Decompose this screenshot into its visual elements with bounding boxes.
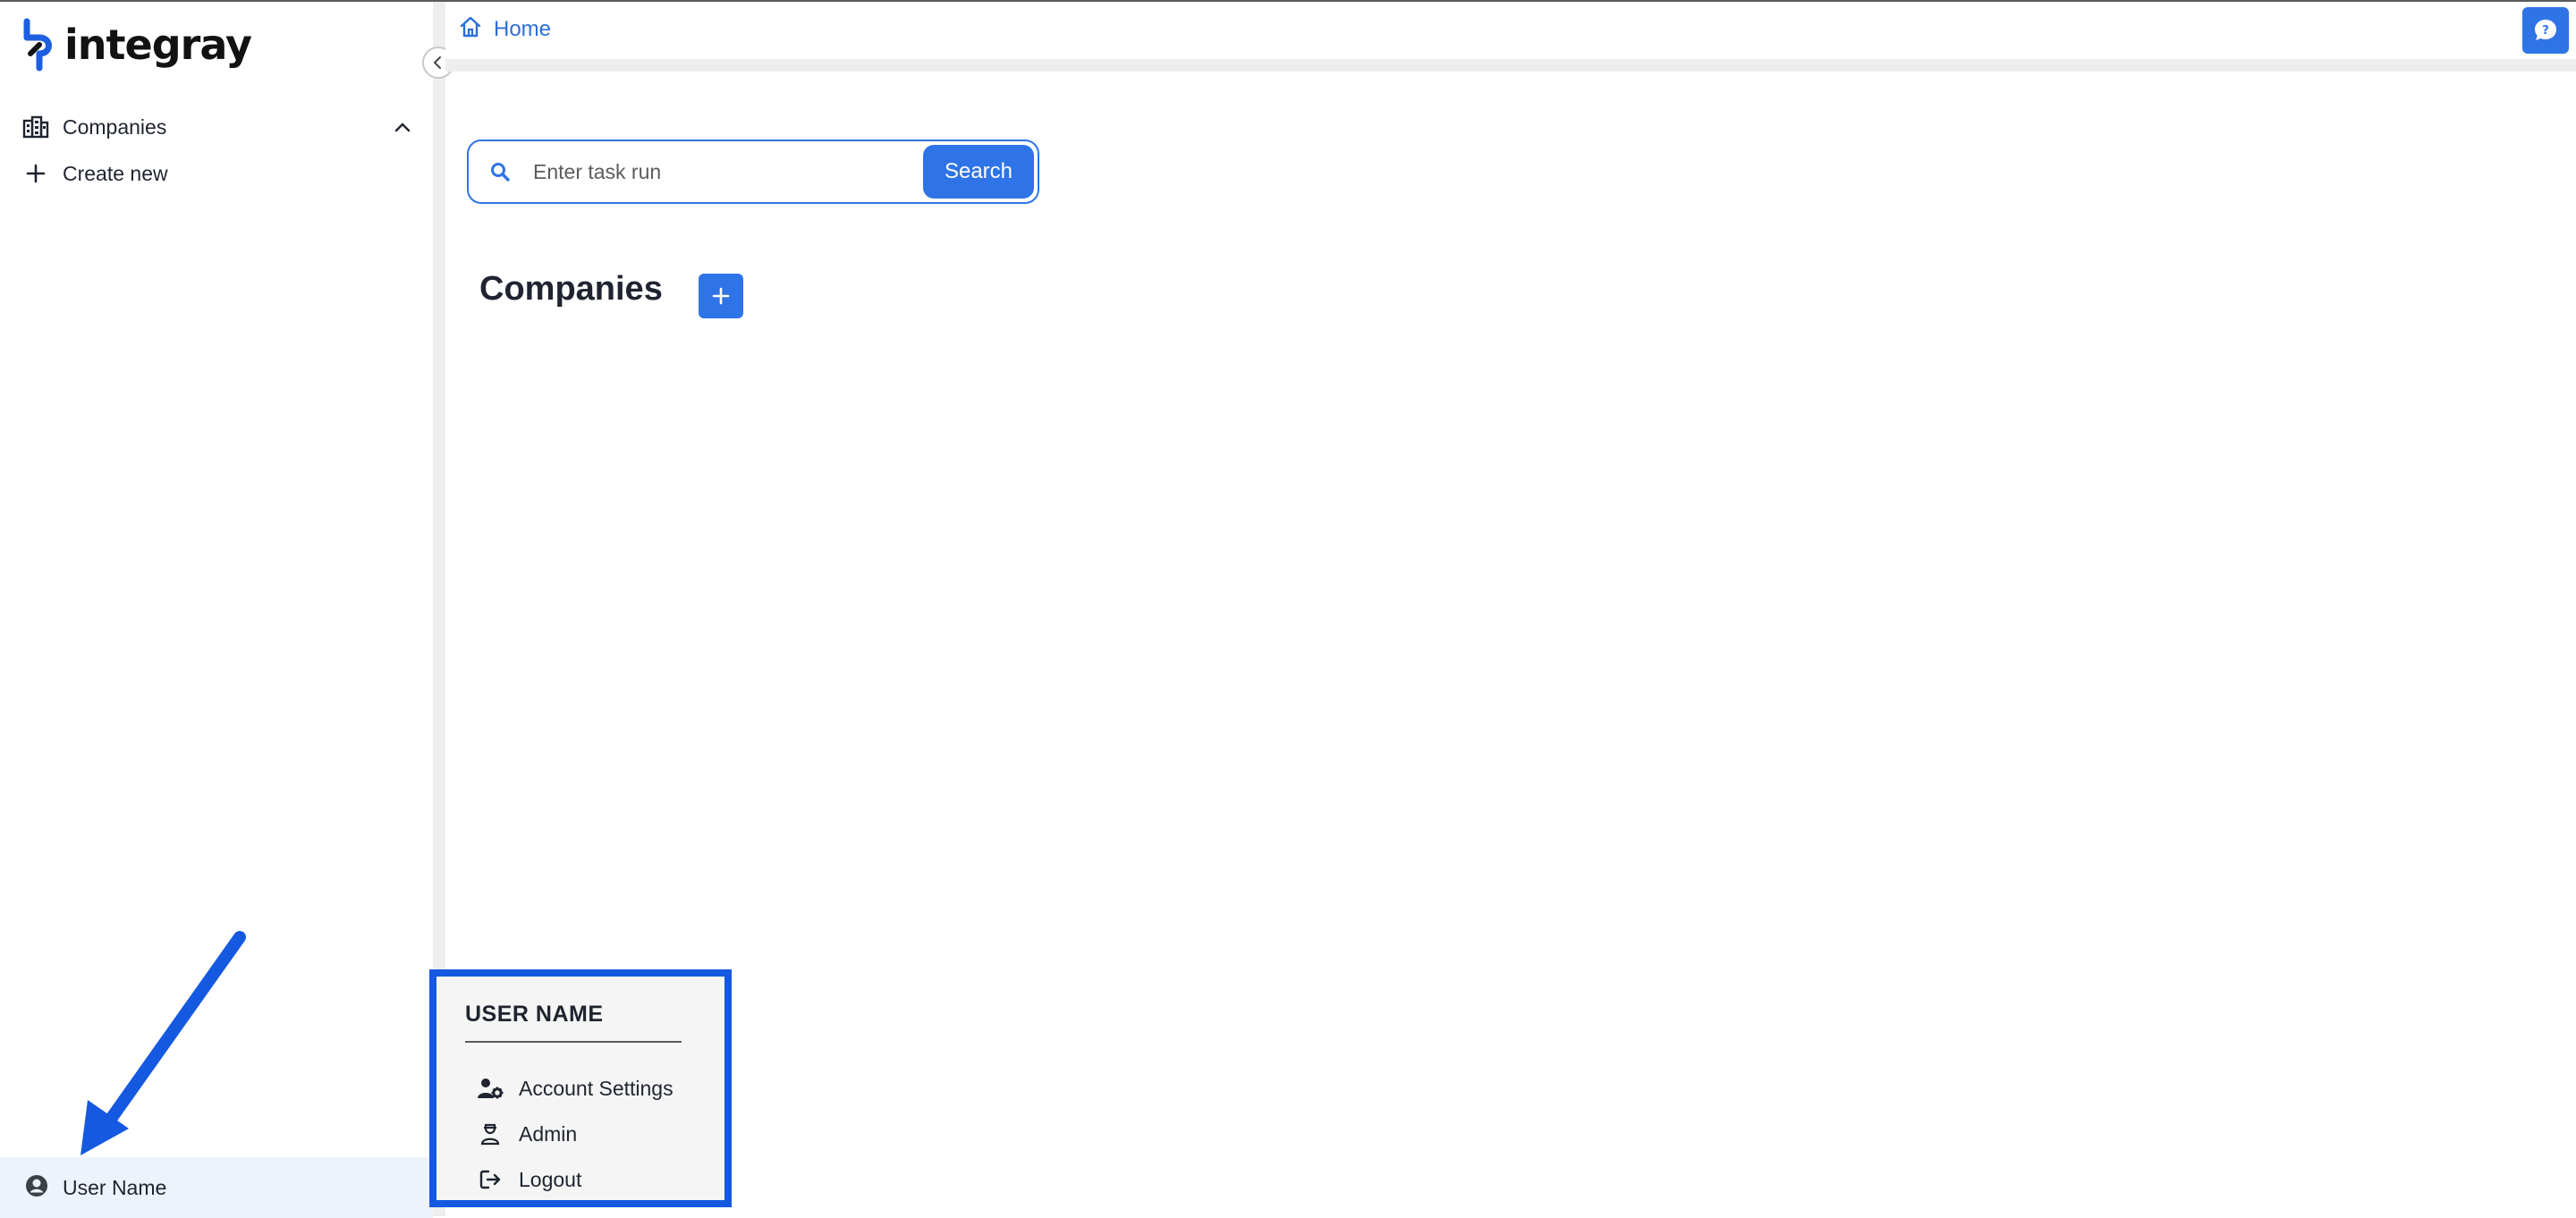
menu-item-admin[interactable]: Admin	[476, 1116, 577, 1152]
menu-item-label: Admin	[519, 1121, 578, 1146]
logo[interactable]: integray	[21, 18, 252, 72]
help-chat-button[interactable]: ?	[2522, 7, 2569, 54]
help-chat-icon: ?	[2535, 20, 2556, 40]
chevron-up-icon[interactable]	[390, 114, 415, 140]
add-company-button[interactable]	[699, 274, 743, 318]
menu-item-logout[interactable]: Logout	[476, 1162, 581, 1197]
sidebar-nav: Companies Create new	[21, 107, 415, 193]
user-menu-divider	[465, 1041, 682, 1043]
sidebar-group-label: Companies	[63, 114, 167, 139]
user-menu-title: USER NAME	[465, 1002, 604, 1027]
main-content: Search Companies	[445, 72, 2576, 1216]
menu-item-account-settings[interactable]: Account Settings	[476, 1070, 674, 1106]
menu-item-label: Logout	[519, 1167, 582, 1191]
home-icon	[458, 14, 483, 44]
chevron-left-icon	[433, 56, 441, 69]
user-gear-icon	[476, 1074, 504, 1103]
breadcrumb-home[interactable]: Home	[494, 17, 551, 42]
breadcrumb[interactable]: Home	[458, 14, 551, 44]
admin-icon	[476, 1120, 504, 1148]
sidebar-item-companies[interactable]: Companies	[21, 107, 415, 147]
top-header: Home ?	[445, 2, 2576, 59]
annotation-arrow-icon	[80, 931, 246, 1155]
search-icon	[469, 141, 531, 202]
menu-item-label: Account Settings	[519, 1076, 674, 1100]
search-input[interactable]	[531, 145, 907, 199]
companies-building-icon	[21, 113, 50, 141]
integray-logo-icon	[23, 18, 52, 72]
plus-icon	[712, 287, 730, 305]
page-title: Companies	[479, 270, 663, 308]
sidebar-item-label: Create new	[63, 161, 168, 185]
svg-text:?: ?	[2542, 24, 2549, 38]
plus-icon	[21, 159, 50, 188]
logo-text: integray	[64, 21, 252, 69]
user-avatar-icon	[25, 1174, 48, 1202]
header-divider	[445, 59, 2576, 72]
logout-icon	[476, 1165, 504, 1194]
user-name-label: User Name	[63, 1175, 167, 1199]
user-menu-trigger[interactable]: User Name	[0, 1157, 433, 1218]
sidebar-item-create-new[interactable]: Create new	[21, 154, 415, 193]
user-menu-popup: USER NAME Account Settings Admin Logout	[429, 969, 732, 1207]
search-button[interactable]: Search	[923, 145, 1034, 199]
task-run-search: Search	[467, 140, 1039, 204]
